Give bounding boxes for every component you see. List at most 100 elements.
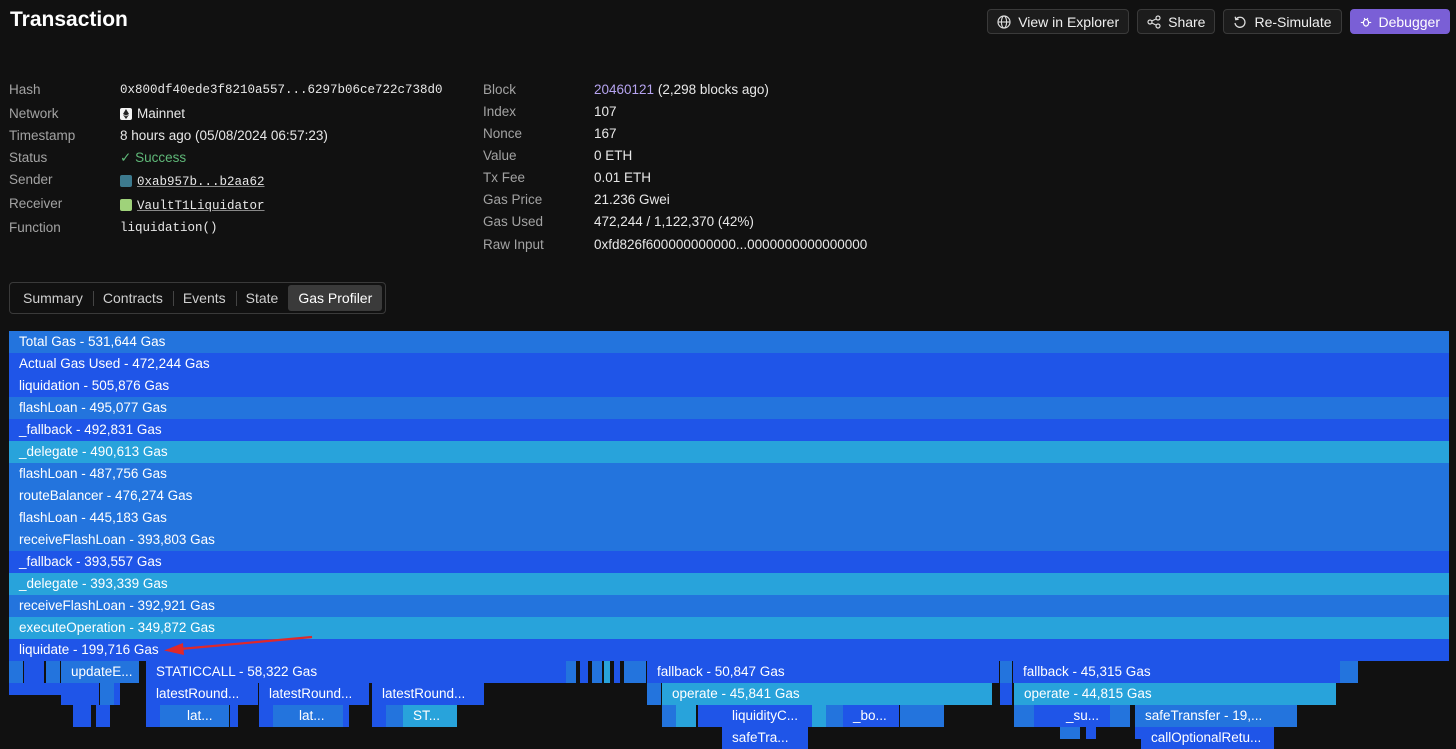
gas-price-label: Gas Price [483,192,543,207]
flame-frame-segment[interactable] [676,705,696,727]
view-in-explorer-button[interactable]: View in Explorer [987,9,1130,34]
flame-frame[interactable]: latestRound... [372,683,484,705]
flame-frame[interactable]: ST... [403,705,457,727]
flame-frame-segment[interactable] [24,661,44,683]
flame-frame-segment[interactable] [46,661,60,683]
flame-frame[interactable]: updateE... [61,661,139,683]
flame-frame-segment[interactable] [1014,705,1034,727]
tab-state[interactable]: State [235,285,289,311]
flame-frame-segment[interactable] [96,705,110,727]
flame-frame[interactable]: fallback - 50,847 Gas [647,661,999,683]
raw-input-value[interactable]: 0xfd826f600000000000...0000000000000000 [594,237,867,252]
flame-frame-segment[interactable] [624,661,646,683]
flame-frame-segment[interactable] [1060,727,1080,739]
status-label: Status [9,150,48,165]
flame-frame-segment[interactable] [259,705,273,727]
tab-contracts[interactable]: Contracts [92,285,173,311]
flame-frame[interactable]: flashLoan - 495,077 Gas [9,397,1449,419]
flame-frame[interactable]: STATICCALL - 58,322 Gas [146,661,566,683]
sender-avatar-icon [120,175,132,187]
flame-frame-segment[interactable] [604,661,610,683]
block-number-link[interactable]: 20460121 [594,82,654,97]
flame-frame[interactable]: _delegate - 393,339 Gas [9,573,1449,595]
flame-frame[interactable]: _bo... [843,705,899,727]
flame-frame[interactable]: _delegate - 490,613 Gas [9,441,1449,463]
flame-frame-segment[interactable] [592,661,602,683]
flame-frame-segment[interactable] [1040,705,1056,727]
tab-bar: Summary Contracts Events State Gas Profi… [9,282,387,314]
flame-frame-segment[interactable] [662,705,676,727]
flame-frame-segment[interactable] [614,661,620,683]
flame-frame-segment[interactable] [73,705,91,727]
flame-frame-segment[interactable] [1000,683,1012,705]
flame-frame-segment[interactable] [1110,705,1130,727]
flame-frame[interactable]: routeBalancer - 476,274 Gas [9,485,1449,507]
flame-frame[interactable]: safeTra... [722,727,808,749]
flame-frame[interactable]: _fallback - 492,831 Gas [9,419,1449,441]
flame-frame[interactable]: lat... [177,705,229,727]
block-value-wrap: 20460121 (2,298 blocks ago) [594,82,769,97]
flame-frame-segment[interactable] [1086,727,1096,739]
tab-events[interactable]: Events [172,285,236,311]
flame-frame[interactable]: flashLoan - 487,756 Gas [9,463,1449,485]
raw-input-label: Raw Input [483,237,544,252]
flame-frame[interactable]: liquidation - 505,876 Gas [9,375,1449,397]
flame-frame-segment[interactable] [922,705,944,727]
flame-frame-segment[interactable] [61,683,99,705]
nonce-value: 167 [594,126,617,141]
flame-frame[interactable]: _fallback - 393,557 Gas [9,551,1449,573]
share-button[interactable]: Share [1137,9,1216,34]
flame-frame[interactable]: Actual Gas Used - 472,244 Gas [9,353,1449,375]
page-title: Transaction [10,8,128,31]
flame-frame[interactable]: operate - 45,841 Gas [662,683,992,705]
flame-frame-segment[interactable] [230,705,238,727]
tab-gas-profiler[interactable]: Gas Profiler [288,285,383,311]
flame-frame-segment[interactable] [386,705,403,727]
flame-frame[interactable]: _su... [1056,705,1110,727]
receiver-avatar-icon [120,199,132,211]
flame-frame-segment[interactable] [698,705,722,727]
flame-frame-segment[interactable] [812,705,826,727]
hash-value[interactable]: 0x800df40ede3f8210a557...6297b06ce722c73… [120,83,443,97]
flame-frame-segment[interactable] [566,661,576,683]
flame-frame-segment[interactable] [9,661,23,683]
debugger-button[interactable]: Debugger [1349,9,1450,34]
tab-summary[interactable]: Summary [13,285,93,311]
flame-frame[interactable]: Total Gas - 531,644 Gas [9,331,1449,353]
flame-frame[interactable]: latestRound... [146,683,258,705]
share-icon [1147,14,1161,29]
sender-label: Sender [9,172,53,187]
flame-frame-segment[interactable] [9,683,61,695]
flame-frame-segment[interactable] [114,683,120,705]
flame-frame-segment[interactable] [146,705,160,727]
flame-frame-segment[interactable] [1340,661,1358,683]
flame-frame[interactable]: safeTransfer - 19,... [1135,705,1297,727]
flame-frame[interactable]: receiveFlashLoan - 392,921 Gas [9,595,1449,617]
flame-frame[interactable]: liquidityC... [722,705,812,727]
value-label: Value [483,148,517,163]
flame-frame-segment[interactable] [100,683,114,705]
flame-frame[interactable]: callOptionalRetu... [1141,727,1274,749]
re-simulate-button[interactable]: Re-Simulate [1223,9,1342,34]
flame-frame-segment[interactable] [826,705,843,727]
hash-label: Hash [9,82,41,97]
flame-frame[interactable]: flashLoan - 445,183 Gas [9,507,1449,529]
flame-frame-segment[interactable] [343,705,349,727]
flame-frame-segment[interactable] [900,705,922,727]
flame-frame[interactable]: operate - 44,815 Gas [1014,683,1336,705]
flame-frame[interactable]: lat... [289,705,343,727]
flame-frame-segment[interactable] [1135,727,1141,739]
flame-frame-segment[interactable] [160,705,177,727]
flame-frame-segment[interactable] [580,661,588,683]
flame-frame[interactable]: fallback - 45,315 Gas [1013,661,1348,683]
flame-frame-segment[interactable] [273,705,289,727]
flame-frame-segment[interactable] [372,705,386,727]
timestamp-value: 8 hours ago (05/08/2024 06:57:23) [120,128,328,143]
sender-address-link[interactable]: 0xab957b...b2aa62 [137,175,265,189]
flame-frame-segment[interactable] [1000,661,1012,683]
flame-frame[interactable]: receiveFlashLoan - 393,803 Gas [9,529,1449,551]
gas-used-label: Gas Used [483,214,544,229]
flame-frame[interactable]: latestRound... [259,683,369,705]
flame-frame-segment[interactable] [647,683,661,705]
receiver-contract-link[interactable]: VaultT1Liquidator [137,199,265,213]
